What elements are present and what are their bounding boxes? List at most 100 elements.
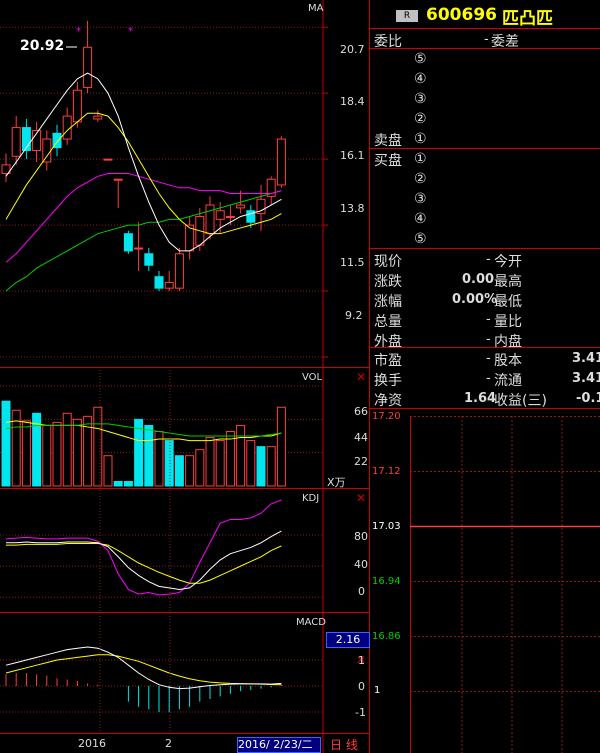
kdj-y-tick: 80 <box>354 530 368 543</box>
volume-bar <box>164 440 174 487</box>
vol-y-tick: 44 <box>354 431 368 444</box>
kdj-indicator-label[interactable]: KDJ <box>302 493 319 504</box>
vol-unit: X万 <box>327 476 346 489</box>
buy-level: ① <box>414 151 427 167</box>
buy-level: ⑤ <box>414 231 427 247</box>
candle-body <box>154 276 164 289</box>
volume-bar <box>103 455 113 487</box>
candle-body <box>205 204 215 235</box>
period-button[interactable]: 日 线 <box>330 736 358 753</box>
candle-body <box>236 204 246 209</box>
volume-bar <box>42 424 52 487</box>
quote-panel: R 600696 匹凸匹 委比 - 委差 卖盘 买盘 ⑤ ④ ③ ② ① ① ②… <box>370 0 600 753</box>
x-axis-label-month: 2 <box>165 737 172 750</box>
event-star-icon: * <box>76 26 81 37</box>
volume-bar <box>1 400 11 487</box>
sell-level: ⑤ <box>414 51 427 67</box>
vol-y-tick: 22 <box>354 455 368 468</box>
candle-body <box>215 210 225 220</box>
volume-bar <box>195 449 205 487</box>
intraday-y-tick: 17.20 <box>372 411 401 422</box>
volume-bar <box>276 406 286 487</box>
volume-bar <box>174 455 184 487</box>
stat-label: 市盈 <box>374 353 402 369</box>
candle-body <box>103 158 113 161</box>
stat-label: 净资 <box>374 393 402 409</box>
macd-value-box: 2.16 <box>326 632 370 648</box>
candle-body <box>123 233 133 252</box>
stat-value: 3.41 <box>572 371 600 386</box>
main-y-tick: 9.2 <box>345 309 363 322</box>
date-box: 2016/ 2/23/二 <box>237 737 321 753</box>
candle-body <box>11 127 21 157</box>
vol-close-icon[interactable]: ✕ <box>356 370 366 384</box>
volume-bar <box>144 424 154 487</box>
kdj-y-tick: 0 <box>358 585 365 598</box>
weibi-label: 委比 <box>374 34 402 50</box>
stat-label: 外盘 <box>374 334 402 350</box>
volume-bar <box>266 446 276 487</box>
volume-bar <box>185 455 195 487</box>
macd-indicator-label[interactable]: MACD <box>296 617 326 628</box>
volume-bar <box>113 480 123 487</box>
volume-bar <box>225 430 235 487</box>
volume-bar <box>236 424 246 487</box>
stat-value: - <box>486 312 491 327</box>
intraday-y-tick: 1 <box>374 685 381 696</box>
volume-bar <box>256 446 266 487</box>
stat-label: 换手 <box>374 373 402 389</box>
buy-label: 买盘 <box>374 153 402 169</box>
kdj-j-line <box>5 499 282 596</box>
stat-label: 股本 <box>494 353 522 369</box>
macd-y-tick: 1 <box>358 654 365 667</box>
sell-level: ③ <box>414 91 427 107</box>
candle-body <box>225 215 235 218</box>
volume-bar <box>93 406 103 487</box>
volume-bar <box>246 440 256 487</box>
main-y-tick: 18.4 <box>340 95 365 108</box>
main-y-tick: 13.8 <box>340 202 365 215</box>
volume-bar <box>205 437 215 487</box>
stat-value: 3.41 <box>572 351 600 366</box>
vol-indicator-label[interactable]: VOL <box>302 372 322 383</box>
candle-body <box>113 178 123 181</box>
intraday-y-tick: 16.86 <box>372 631 401 642</box>
buy-level: ④ <box>414 211 427 227</box>
stat-value: - <box>486 252 491 267</box>
r-badge[interactable]: R <box>396 10 418 22</box>
stat-label: 流通 <box>494 373 522 389</box>
main-indicator-label[interactable]: MA <box>308 3 323 14</box>
kdj-y-tick: 40 <box>354 558 368 571</box>
macd-y-tick: -1 <box>355 706 366 719</box>
stock-name: 匹凸匹 <box>502 9 553 29</box>
volume-bar <box>52 421 62 487</box>
main-y-tick: 20.7 <box>340 43 365 56</box>
intraday-y-tick: 17.12 <box>372 466 401 477</box>
candle-body <box>93 115 103 120</box>
buy-level: ③ <box>414 191 427 207</box>
intraday-y-tick: 16.94 <box>372 576 401 587</box>
stat-value: - <box>486 371 491 386</box>
vol-y-tick: 66 <box>354 405 368 418</box>
stat-value: 0.00 <box>462 272 495 287</box>
stat-value: 0.00% <box>452 292 498 307</box>
stat-value: -0.1 <box>576 391 600 406</box>
macd-dea-line <box>5 654 282 686</box>
sell-label: 卖盘 <box>374 133 402 149</box>
volume-bar <box>123 480 133 487</box>
stat-label: 内盘 <box>494 334 522 350</box>
kdj-k-line <box>6 530 282 590</box>
sell-level: ② <box>414 111 427 127</box>
ma-line-yellow <box>5 112 282 235</box>
candle-body <box>134 247 144 250</box>
candle-body <box>164 281 174 289</box>
high-price-label: 20.92 <box>20 38 65 54</box>
weicha-label: 委差 <box>491 34 519 50</box>
stat-value: - <box>486 332 491 347</box>
stat-value: 1.64 <box>464 391 497 406</box>
macd-dif-line <box>5 646 282 690</box>
candle-body <box>174 253 184 289</box>
kdj-close-icon[interactable]: ✕ <box>356 491 366 505</box>
volume-bar <box>62 412 72 487</box>
candle-body <box>276 138 286 186</box>
